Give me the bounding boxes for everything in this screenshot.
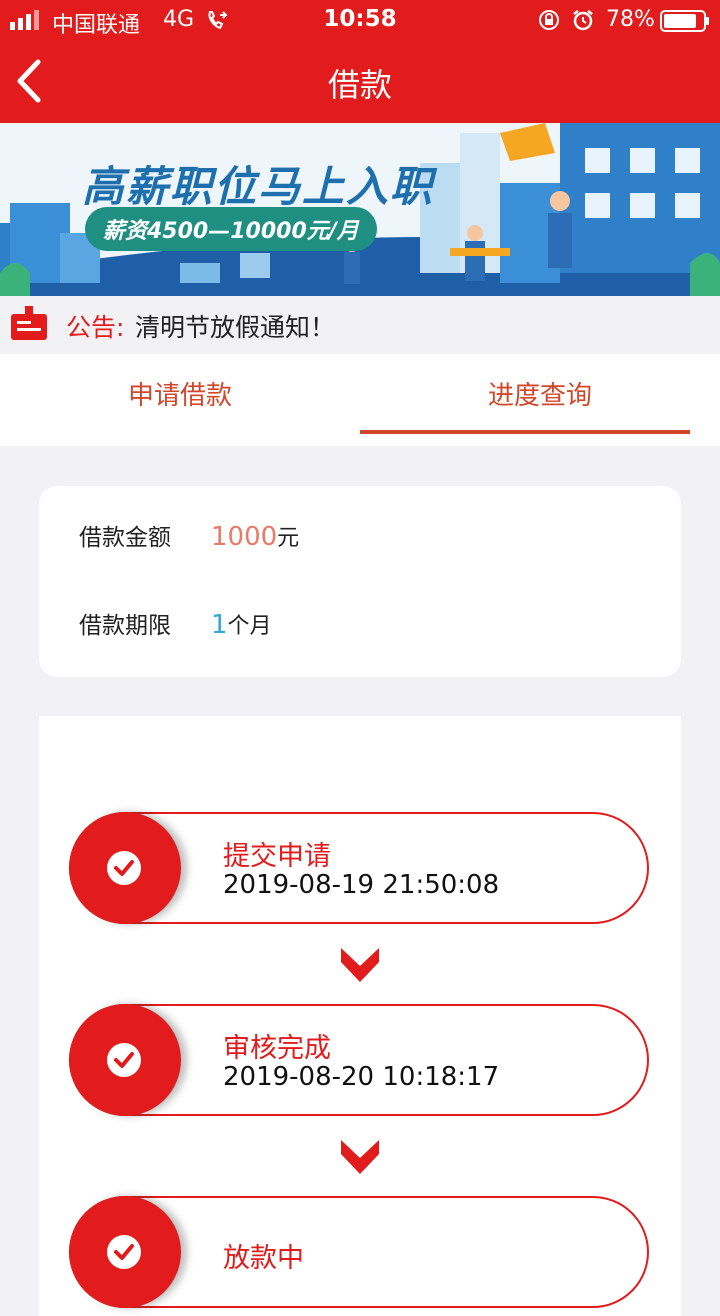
loan-amount-label: 借款金额 xyxy=(79,525,171,551)
banner-headline: 高薪职位马上入职 xyxy=(82,162,435,211)
tab-bar: 申请借款 进度查询 xyxy=(0,354,720,446)
tab-apply-loan[interactable]: 申请借款 xyxy=(0,354,360,446)
tab-label: 申请借款 xyxy=(127,381,232,411)
tab-progress-query[interactable]: 进度查询 xyxy=(360,354,720,446)
battery-percent: 78% xyxy=(606,7,655,32)
step-name: 审核完成 xyxy=(223,1033,331,1064)
alarm-icon xyxy=(573,10,593,31)
step-complete-badge xyxy=(69,1196,181,1308)
loan-term-value: 1 xyxy=(211,610,228,640)
loan-term-label: 借款期限 xyxy=(79,613,171,639)
loan-summary-card: 借款金额 1000元 借款期限 1个月 xyxy=(39,486,681,677)
step-time: 2019-08-19 21:50:08 xyxy=(223,870,500,900)
banner-salary-badge: 薪资4500—10000元/月 xyxy=(85,207,377,251)
step-name: 提交申请 xyxy=(223,841,331,872)
check-circle-icon xyxy=(107,1043,141,1077)
loan-amount-row: 借款金额 1000元 xyxy=(79,518,299,552)
progress-step-submitted: 提交申请 2019-08-19 21:50:08 xyxy=(69,812,649,924)
step-time: 2019-08-20 10:18:17 xyxy=(223,1062,500,1092)
recruitment-banner[interactable]: 高薪职位马上入职 薪资4500—10000元/月 xyxy=(0,123,720,296)
announcement-text: 清明节放假通知！ xyxy=(135,313,336,342)
page-title: 借款 xyxy=(327,66,392,104)
progress-card: 提交申请 2019-08-19 21:50:08 审核完成 2019-08-20… xyxy=(39,716,681,1316)
announcement-label: 公告: xyxy=(66,313,125,342)
check-circle-icon xyxy=(107,851,141,885)
loan-term-unit: 个月 xyxy=(227,614,272,639)
battery-icon xyxy=(660,10,709,32)
progress-step-disbursing: 放款中 xyxy=(69,1196,649,1308)
announcement-bar[interactable]: 公告: 清明节放假通知！ xyxy=(0,296,720,354)
progress-step-reviewed: 审核完成 2019-08-20 10:18:17 xyxy=(69,1004,649,1116)
loan-term-row: 借款期限 1个月 xyxy=(79,606,272,640)
announcement-icon xyxy=(11,306,47,340)
tab-label: 进度查询 xyxy=(487,381,592,411)
check-circle-icon xyxy=(107,1235,141,1269)
chevron-down-icon xyxy=(341,1140,379,1174)
active-tab-indicator xyxy=(360,430,690,434)
rotation-lock-icon xyxy=(539,10,559,30)
status-bar: 中国联通 4G 10:58 78% xyxy=(0,0,720,40)
step-complete-badge xyxy=(69,812,181,924)
loan-amount-unit: 元 xyxy=(277,526,300,551)
loan-amount-value: 1000 xyxy=(211,522,278,552)
chevron-down-icon xyxy=(341,948,379,982)
step-name: 放款中 xyxy=(223,1243,304,1274)
step-complete-badge xyxy=(69,1004,181,1116)
nav-bar: 借款 xyxy=(0,40,720,123)
